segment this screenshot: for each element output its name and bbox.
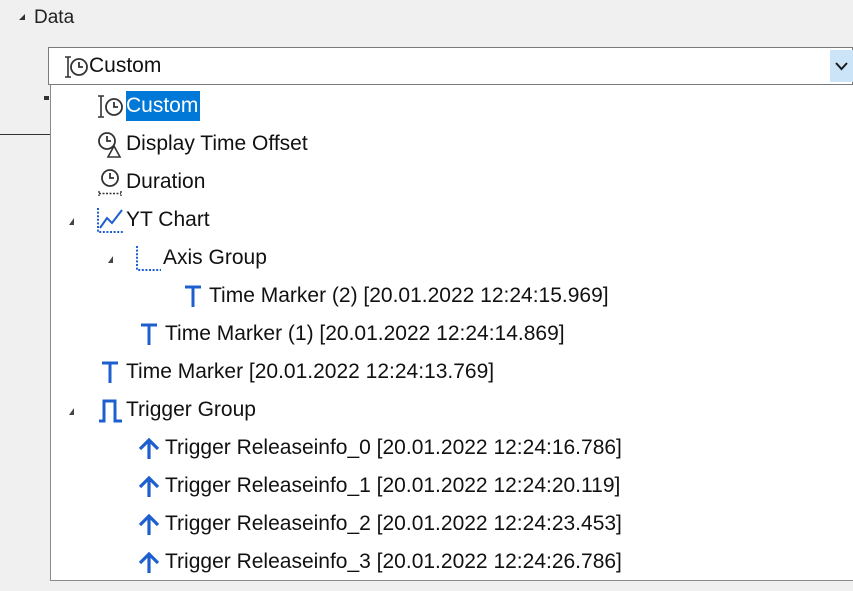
duration-icon <box>94 166 126 198</box>
collapse-triangle-icon[interactable] <box>19 14 25 20</box>
tree-item-time-marker-2[interactable]: Time Marker (2) [20.01.2022 12:24:15.969… <box>177 279 611 313</box>
dropdown-tree: Custom Display Time Offset Duration YT C… <box>50 85 853 581</box>
time-marker-icon <box>94 356 126 388</box>
axis-group-icon <box>131 242 163 274</box>
expand-triangle-icon[interactable] <box>69 218 74 225</box>
tree-item-label: Axis Group <box>163 246 267 269</box>
tree-item-label: Trigger Releaseinfo_0 [20.01.2022 12:24:… <box>165 436 622 459</box>
background-tick <box>44 96 49 100</box>
tree-item-trigger-0[interactable]: Trigger Releaseinfo_0 [20.01.2022 12:24:… <box>133 431 624 465</box>
tree-item-label: YT Chart <box>126 208 210 231</box>
combobox-value: Custom <box>89 54 162 77</box>
tree-item-axis-group[interactable]: Axis Group <box>131 241 269 275</box>
tree-item-label: Trigger Releaseinfo_1 [20.01.2022 12:24:… <box>165 474 621 497</box>
time-marker-icon <box>177 280 209 312</box>
trigger-icon <box>133 432 165 464</box>
data-source-combobox[interactable]: Custom <box>48 47 853 85</box>
trigger-icon <box>133 508 165 540</box>
tree-item-label: Trigger Group <box>126 398 256 421</box>
time-offset-icon <box>94 128 126 160</box>
tree-item-trigger-3[interactable]: Trigger Releaseinfo_3 [20.01.2022 12:24:… <box>133 545 624 579</box>
trigger-group-icon <box>94 394 126 426</box>
tree-item-label: Time Marker [20.01.2022 12:24:13.769] <box>126 360 495 383</box>
yt-chart-icon <box>94 204 126 236</box>
tree-item-label: Trigger Releaseinfo_2 [20.01.2022 12:24:… <box>165 512 622 535</box>
custom-time-icon <box>94 90 126 122</box>
background-line <box>0 134 52 135</box>
time-marker-icon <box>133 318 165 350</box>
tree-item-time-marker[interactable]: Time Marker [20.01.2022 12:24:13.769] <box>94 355 496 389</box>
tree-item-label: Time Marker (2) [20.01.2022 12:24:15.969… <box>209 284 609 307</box>
section-title: Data <box>34 7 75 28</box>
tree-item-label: Duration <box>126 170 206 193</box>
dropdown-arrow-button[interactable] <box>830 50 853 82</box>
tree-item-display-time-offset[interactable]: Display Time Offset <box>94 127 310 161</box>
trigger-icon <box>133 546 165 578</box>
data-section-header[interactable]: Data <box>0 0 853 36</box>
tree-item-trigger-2[interactable]: Trigger Releaseinfo_2 [20.01.2022 12:24:… <box>133 507 624 541</box>
tree-item-label: Display Time Offset <box>126 132 308 155</box>
tree-item-label: Custom <box>126 91 201 121</box>
expand-triangle-icon[interactable] <box>108 256 113 263</box>
custom-time-icon <box>62 54 88 85</box>
tree-item-duration[interactable]: Duration <box>94 165 207 199</box>
tree-item-label: Trigger Releaseinfo_3 [20.01.2022 12:24:… <box>165 550 622 573</box>
tree-item-trigger-1[interactable]: Trigger Releaseinfo_1 [20.01.2022 12:24:… <box>133 469 622 503</box>
tree-item-custom[interactable]: Custom <box>94 89 201 123</box>
tree-item-yt-chart[interactable]: YT Chart <box>94 203 212 237</box>
expand-triangle-icon[interactable] <box>69 408 74 415</box>
trigger-icon <box>133 470 165 502</box>
tree-item-trigger-group[interactable]: Trigger Group <box>94 393 258 427</box>
tree-item-label: Time Marker (1) [20.01.2022 12:24:14.869… <box>165 322 565 345</box>
tree-item-time-marker-1[interactable]: Time Marker (1) [20.01.2022 12:24:14.869… <box>133 317 567 351</box>
